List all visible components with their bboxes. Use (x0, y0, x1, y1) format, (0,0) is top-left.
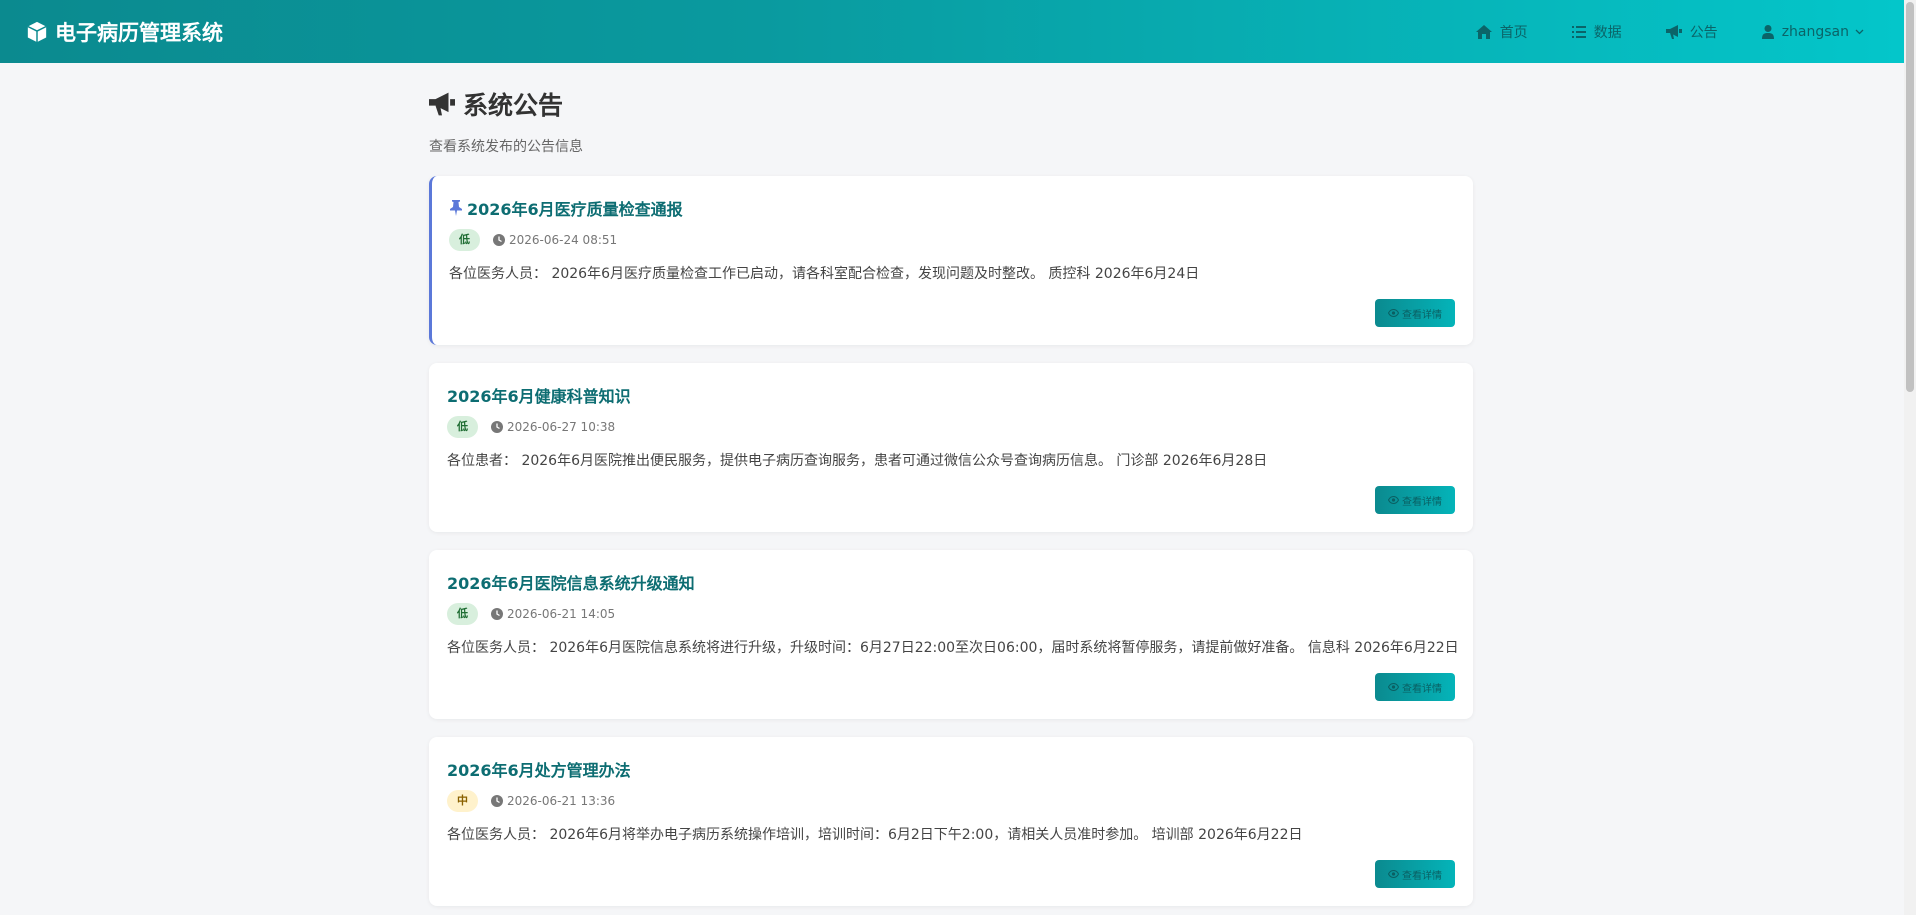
announcement-time: 2026-06-21 14:05 (491, 607, 615, 621)
brand-title: 电子病历管理系统 (55, 20, 223, 45)
view-detail-label: 查看详情 (1402, 683, 1442, 695)
announcement-title-text: 2026年6月健康科普知识 (447, 387, 631, 406)
view-detail-label: 查看详情 (1402, 496, 1442, 508)
announcement-title-text: 2026年6月医疗质量检查通报 (467, 200, 683, 219)
announcement-time: 2026-06-27 10:38 (491, 420, 615, 434)
announcement-time-text: 2026-06-24 08:51 (509, 233, 618, 247)
nav-home[interactable]: 首页 (1475, 22, 1528, 42)
priority-badge: 中 (447, 790, 478, 812)
list-icon (1571, 25, 1586, 38)
view-detail-label: 查看详情 (1402, 309, 1442, 321)
scrollbar-thumb[interactable] (1906, 2, 1914, 392)
clock-icon (491, 421, 503, 433)
announcement-time: 2026-06-24 08:51 (493, 233, 617, 247)
announcement-content: 各位医务人员： 2026年6月将举办电子病历系统操作培训，培训时间：6月2日下午… (447, 827, 1303, 843)
brand[interactable]: 电子病历管理系统 (26, 17, 223, 47)
eye-icon (1388, 309, 1399, 317)
announcement-card: 2026年6月医疗质量检查通报 低 2026-06-24 08:51 各位医务人… (429, 176, 1473, 345)
nav-data-label: 数据 (1593, 24, 1622, 41)
top-navbar: 电子病历管理系统 首页 数据 公告 zhangsan (0, 0, 1904, 63)
announcement-content: 各位医务人员： 2026年6月医院信息系统将进行升级，升级时间：6月27日22:… (447, 640, 1459, 656)
home-icon (1475, 24, 1492, 39)
eye-icon (1388, 496, 1399, 504)
pin-icon (450, 200, 462, 216)
scrollbar[interactable] (1904, 0, 1916, 915)
chevron-down-icon (1855, 29, 1864, 34)
nav-menu: 首页 数据 公告 zhangsan (1432, 0, 1864, 63)
megaphone-icon (429, 92, 455, 116)
view-detail-button[interactable]: 查看详情 (1375, 673, 1455, 701)
priority-badge: 低 (447, 416, 478, 438)
megaphone-icon (1665, 24, 1682, 39)
announcement-time: 2026-06-21 13:36 (491, 794, 615, 808)
nav-notice[interactable]: 公告 (1665, 22, 1718, 42)
announcement-time-text: 2026-06-21 13:36 (507, 794, 616, 808)
page-title: 系统公告 (429, 86, 1473, 122)
eye-icon (1388, 683, 1399, 691)
announcement-title[interactable]: 2026年6月医院信息系统升级通知 (447, 570, 695, 594)
announcement-title[interactable]: 2026年6月医疗质量检查通报 (449, 196, 683, 220)
announcement-meta: 低 2026-06-27 10:38 (447, 416, 615, 438)
cube-icon (27, 21, 47, 42)
view-detail-button[interactable]: 查看详情 (1375, 486, 1455, 514)
page-subtitle: 查看系统发布的公告信息 (429, 139, 583, 155)
view-detail-button[interactable]: 查看详情 (1375, 299, 1455, 327)
clock-icon (491, 608, 503, 620)
page-title-text: 系统公告 (463, 91, 564, 120)
announcement-card: 2026年6月医院信息系统升级通知 低 2026-06-21 14:05 各位医… (429, 550, 1473, 719)
announcement-title[interactable]: 2026年6月健康科普知识 (447, 383, 631, 407)
user-icon (1761, 24, 1774, 39)
announcement-time-text: 2026-06-27 10:38 (507, 420, 616, 434)
announcement-meta: 低 2026-06-21 14:05 (447, 603, 615, 625)
priority-badge: 低 (449, 229, 480, 251)
clock-icon (493, 234, 505, 246)
main-content: 系统公告 查看系统发布的公告信息 2026年6月医疗质量检查通报 低 2026-… (429, 63, 1473, 906)
clock-icon (491, 795, 503, 807)
announcement-title[interactable]: 2026年6月处方管理办法 (447, 757, 631, 781)
nav-user-label: zhangsan (1781, 23, 1849, 40)
nav-home-label: 首页 (1499, 24, 1528, 41)
eye-icon (1388, 870, 1399, 878)
nav-data[interactable]: 数据 (1571, 22, 1622, 42)
view-detail-label: 查看详情 (1402, 870, 1442, 882)
announcement-title-text: 2026年6月处方管理办法 (447, 761, 631, 780)
announcement-meta: 中 2026-06-21 13:36 (447, 790, 615, 812)
announcement-card: 2026年6月健康科普知识 低 2026-06-27 10:38 各位患者： 2… (429, 363, 1473, 532)
nav-notice-label: 公告 (1689, 24, 1718, 41)
nav-user-menu[interactable]: zhangsan (1761, 23, 1864, 40)
announcement-content: 各位医务人员： 2026年6月医疗质量检查工作已启动，请各科室配合检查，发现问题… (449, 266, 1200, 282)
view-detail-button[interactable]: 查看详情 (1375, 860, 1455, 888)
announcement-meta: 低 2026-06-24 08:51 (449, 229, 617, 251)
announcement-content: 各位患者： 2026年6月医院推出便民服务，提供电子病历查询服务，患者可通过微信… (447, 453, 1268, 469)
announcement-title-text: 2026年6月医院信息系统升级通知 (447, 574, 695, 593)
priority-badge: 低 (447, 603, 478, 625)
announcement-time-text: 2026-06-21 14:05 (507, 607, 616, 621)
announcement-card: 2026年6月处方管理办法 中 2026-06-21 13:36 各位医务人员：… (429, 737, 1473, 906)
